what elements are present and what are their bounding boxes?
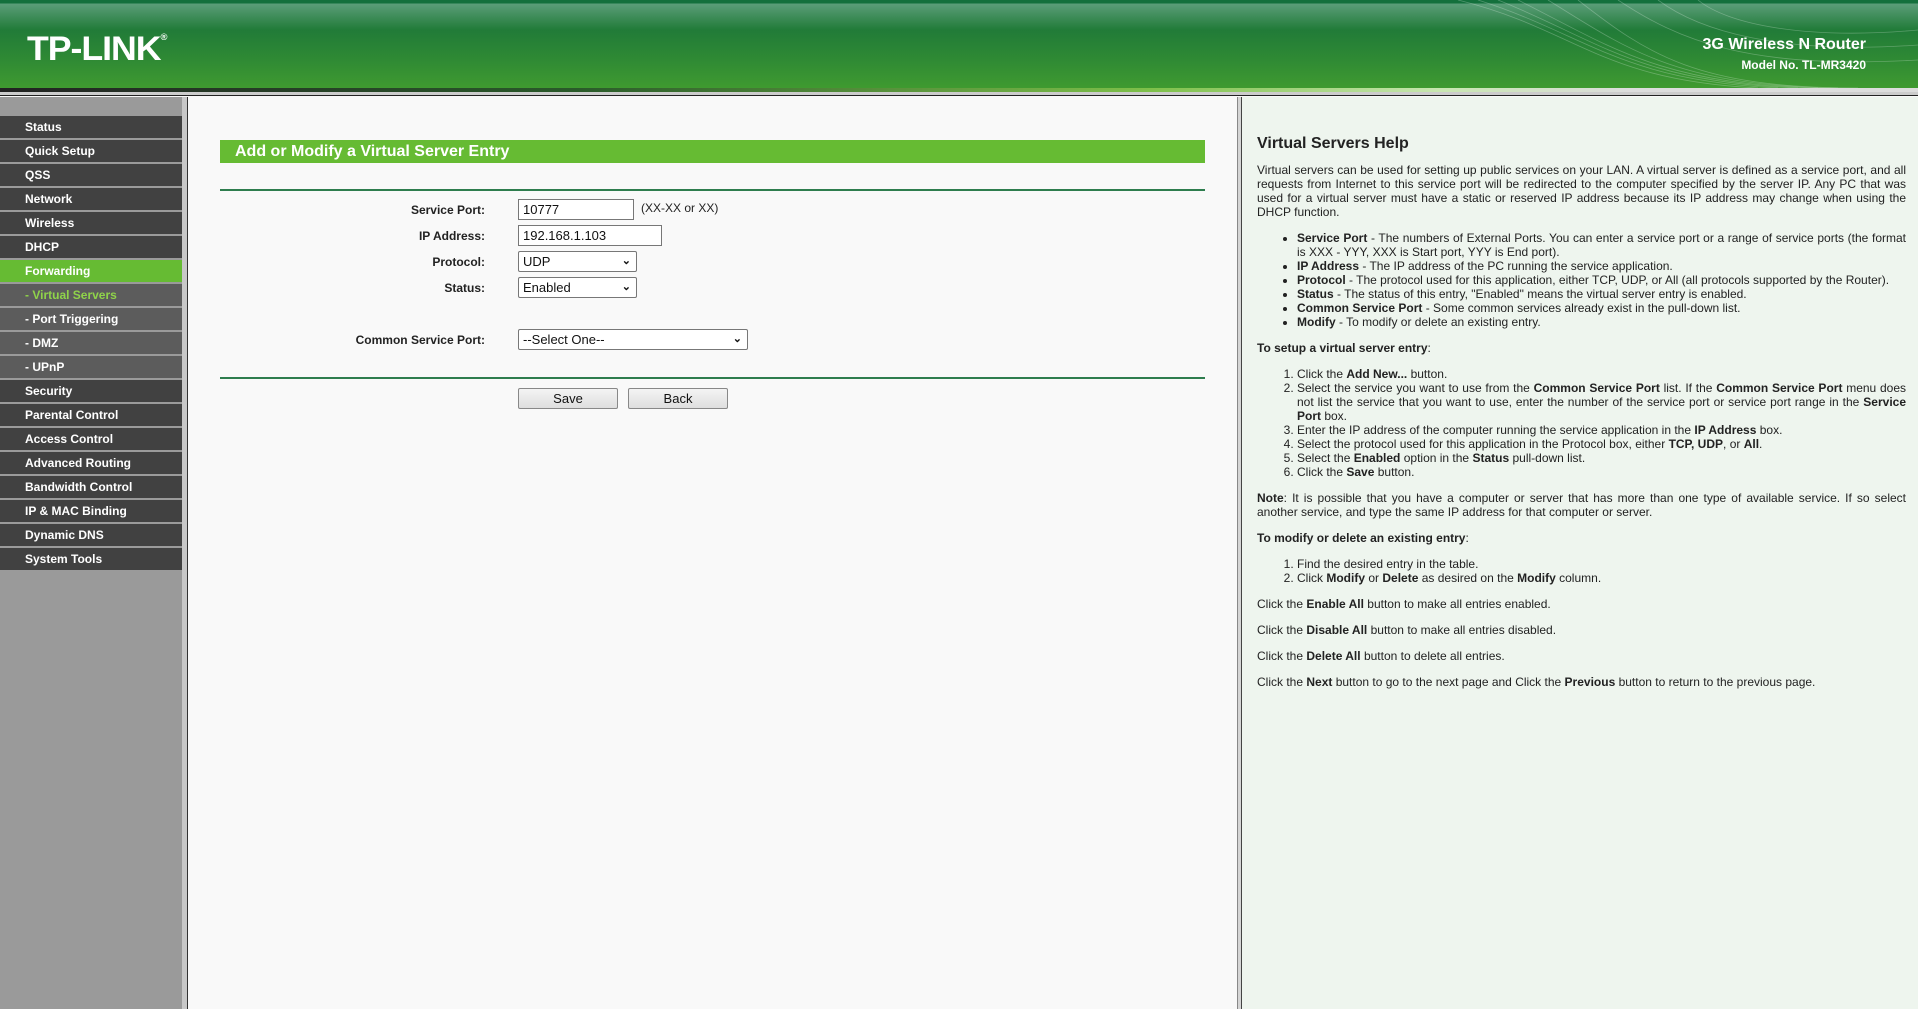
sidebar-item-quick-setup[interactable]: Quick Setup bbox=[0, 140, 182, 162]
help-step: Find the desired entry in the table. bbox=[1297, 557, 1906, 571]
sidebar-item-port-triggering[interactable]: - Port Triggering bbox=[0, 308, 182, 330]
help-disable-all: Click the Disable All button to make all… bbox=[1257, 623, 1557, 637]
save-button[interactable]: Save bbox=[518, 388, 618, 409]
divider-bottom bbox=[220, 377, 1205, 379]
help-field-item: Modify - To modify or delete an existing… bbox=[1297, 315, 1906, 329]
setup-steps: Click the Add New... button.Select the s… bbox=[1297, 367, 1906, 479]
header-divider bbox=[0, 92, 1918, 96]
sidebar-border bbox=[182, 97, 188, 1009]
header-banner: TP-LINK® 3G Wireless N Router Model No. … bbox=[0, 0, 1918, 88]
help-field-item: Service Port - The numbers of External P… bbox=[1297, 231, 1906, 259]
service-port-hint: (XX-XX or XX) bbox=[641, 201, 719, 215]
sidebar-item-dhcp[interactable]: DHCP bbox=[0, 236, 182, 258]
help-step: Click Modify or Delete as desired on the… bbox=[1297, 571, 1906, 585]
help-step: Select the protocol used for this applic… bbox=[1297, 437, 1906, 451]
chevron-down-icon: ⌄ bbox=[621, 255, 631, 267]
sidebar-item-virtual-servers[interactable]: - Virtual Servers bbox=[0, 284, 182, 306]
sidebar-item-qss[interactable]: QSS bbox=[0, 164, 182, 186]
modify-heading: To modify or delete an existing entry: bbox=[1257, 531, 1469, 545]
help-field-item: Protocol - The protocol used for this ap… bbox=[1297, 273, 1906, 287]
protocol-value: UDP bbox=[523, 254, 551, 269]
sidebar-item-ip-mac-binding[interactable]: IP & MAC Binding bbox=[0, 500, 182, 522]
help-field-item: Status - The status of this entry, "Enab… bbox=[1297, 287, 1906, 301]
help-intro: Virtual servers can be used for setting … bbox=[1257, 163, 1906, 219]
help-step: Enter the IP address of the computer run… bbox=[1297, 423, 1906, 437]
help-title: Virtual Servers Help bbox=[1257, 135, 1409, 152]
help-step: Select the Enabled option in the Status … bbox=[1297, 451, 1906, 465]
sidebar-item-upnp[interactable]: - UPnP bbox=[0, 356, 182, 378]
help-step: Select the service you want to use from … bbox=[1297, 381, 1906, 423]
status-select[interactable]: Enabled ⌄ bbox=[518, 277, 637, 298]
service-port-input[interactable] bbox=[518, 199, 634, 220]
help-panel: Virtual Servers Help Virtual servers can… bbox=[1242, 97, 1918, 1009]
setup-heading: To setup a virtual server entry: bbox=[1257, 341, 1431, 355]
back-button[interactable]: Back bbox=[628, 388, 728, 409]
sidebar-item-dynamic-dns[interactable]: Dynamic DNS bbox=[0, 524, 182, 546]
modify-steps: Find the desired entry in the table.Clic… bbox=[1297, 557, 1906, 585]
page-title: Add or Modify a Virtual Server Entry bbox=[220, 140, 1205, 163]
tp-link-logo: TP-LINK® bbox=[27, 30, 167, 68]
sidebar-item-system-tools[interactable]: System Tools bbox=[0, 548, 182, 570]
help-paging: Click the Next button to go to the next … bbox=[1257, 675, 1816, 689]
service-port-label: Service Port: bbox=[410, 203, 485, 217]
sidebar-item-access-control[interactable]: Access Control bbox=[0, 428, 182, 450]
sidebar-item-network[interactable]: Network bbox=[0, 188, 182, 210]
help-step: Click the Save button. bbox=[1297, 465, 1906, 479]
help-step: Click the Add New... button. bbox=[1297, 367, 1906, 381]
status-value: Enabled bbox=[523, 280, 571, 295]
chevron-down-icon: ⌄ bbox=[621, 281, 631, 293]
sidebar-item-security[interactable]: Security bbox=[0, 380, 182, 402]
chevron-down-icon: ⌄ bbox=[732, 333, 742, 345]
protocol-label: Protocol: bbox=[432, 255, 485, 269]
help-note: Note: It is possible that you have a com… bbox=[1257, 491, 1906, 519]
sidebar-item-wireless[interactable]: Wireless bbox=[0, 212, 182, 234]
common-service-port-value: --Select One-- bbox=[523, 332, 605, 347]
sidebar: Status Quick Setup QSS Network Wireless DHCP F… bbox=[0, 97, 182, 1009]
help-field-item: IP Address - The IP address of the PC ru… bbox=[1297, 259, 1906, 273]
sidebar-item-advanced-routing[interactable]: Advanced Routing bbox=[0, 452, 182, 474]
common-service-port-label: Common Service Port: bbox=[355, 333, 485, 347]
help-enable-all: Click the Enable All button to make all … bbox=[1257, 597, 1551, 611]
sidebar-item-parental-control[interactable]: Parental Control bbox=[0, 404, 182, 426]
ip-address-label: IP Address: bbox=[418, 229, 485, 243]
divider-top bbox=[220, 189, 1205, 191]
help-delete-all: Click the Delete All button to delete al… bbox=[1257, 649, 1505, 663]
sidebar-item-bandwidth-control[interactable]: Bandwidth Control bbox=[0, 476, 182, 498]
common-service-port-select[interactable]: --Select One-- ⌄ bbox=[518, 329, 748, 350]
status-label: Status: bbox=[444, 281, 485, 295]
sidebar-item-forwarding[interactable]: Forwarding bbox=[0, 260, 182, 282]
model-number: Model No. TL-MR3420 bbox=[1741, 58, 1866, 72]
sidebar-item-status[interactable]: Status bbox=[0, 116, 182, 138]
ip-address-input[interactable] bbox=[518, 225, 662, 246]
sidebar-item-dmz[interactable]: - DMZ bbox=[0, 332, 182, 354]
product-name: 3G Wireless N Router bbox=[1702, 36, 1866, 53]
sidebar-menu: Status Quick Setup QSS Network Wireless DHCP F… bbox=[0, 116, 182, 572]
help-field-list: Service Port - The numbers of External P… bbox=[1297, 231, 1906, 329]
help-field-item: Common Service Port - Some common servic… bbox=[1297, 301, 1906, 315]
protocol-select[interactable]: UDP ⌄ bbox=[518, 251, 637, 272]
main-content: Add or Modify a Virtual Server Entry Ser… bbox=[189, 97, 1237, 1009]
